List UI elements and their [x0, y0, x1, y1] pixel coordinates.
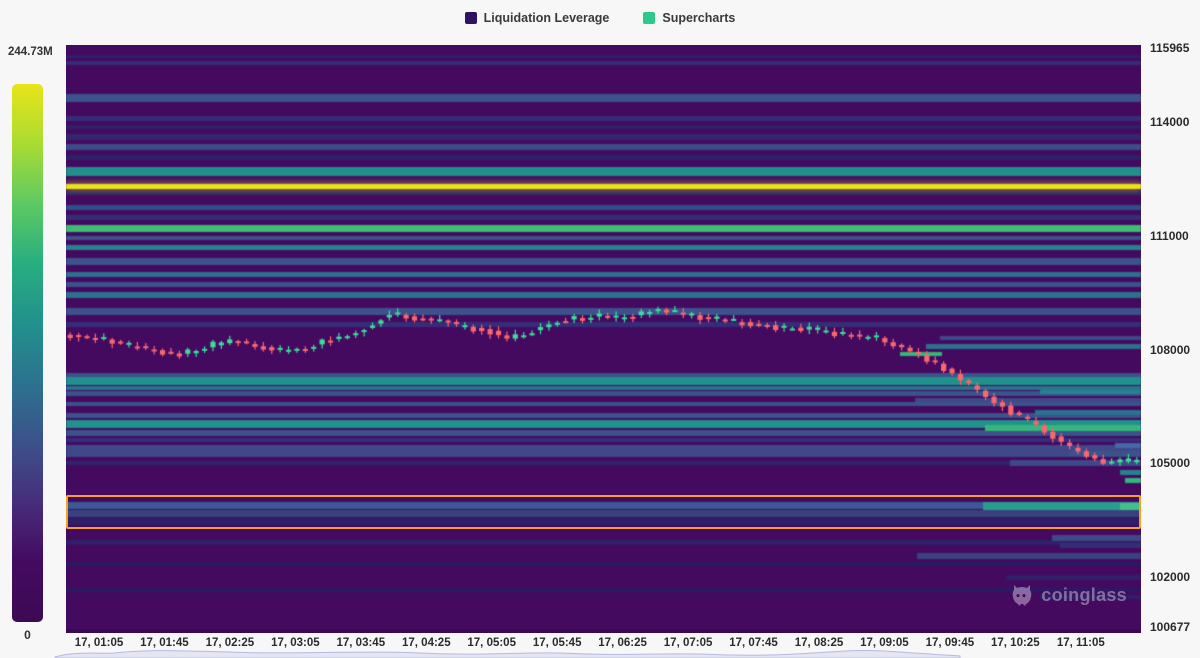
legend-swatch: [643, 12, 655, 24]
coinglass-watermark-text: coinglass: [1041, 585, 1127, 606]
price-axis-label: 108000: [1150, 343, 1190, 357]
legend-label: Supercharts: [662, 11, 735, 25]
heatmap-chart[interactable]: coinglass: [66, 45, 1141, 633]
legend-swatch: [465, 12, 477, 24]
chart-legend: Liquidation Leverage Supercharts: [0, 6, 1200, 30]
legend-item-0[interactable]: Liquidation Leverage: [465, 11, 610, 25]
price-axis-label: 102000: [1150, 570, 1190, 584]
coinglass-watermark: coinglass: [1011, 583, 1127, 607]
legend-item-1[interactable]: Supercharts: [643, 11, 735, 25]
highlight-box: [66, 495, 1141, 529]
colorbar: [12, 84, 43, 622]
timeline-navigator[interactable]: [0, 648, 1200, 658]
candles-canvas: [66, 45, 1141, 633]
price-axis: 115965 114000 111000 108000 105000 102000 1006…: [1148, 0, 1200, 658]
coinglass-logo-icon: [1011, 583, 1033, 607]
price-axis-label: 100677: [1150, 620, 1190, 634]
liquidation-heatmap-page: { "legend": { "items": [ { "label": "Liq…: [0, 0, 1200, 658]
price-axis-label: 114000: [1150, 115, 1189, 129]
price-axis-label: 111000: [1150, 229, 1189, 243]
legend-label: Liquidation Leverage: [484, 11, 610, 25]
price-axis-label: 105000: [1150, 456, 1190, 470]
price-axis-label: 115965: [1150, 41, 1189, 55]
colorbar-max-label: 244.73M: [8, 46, 53, 58]
